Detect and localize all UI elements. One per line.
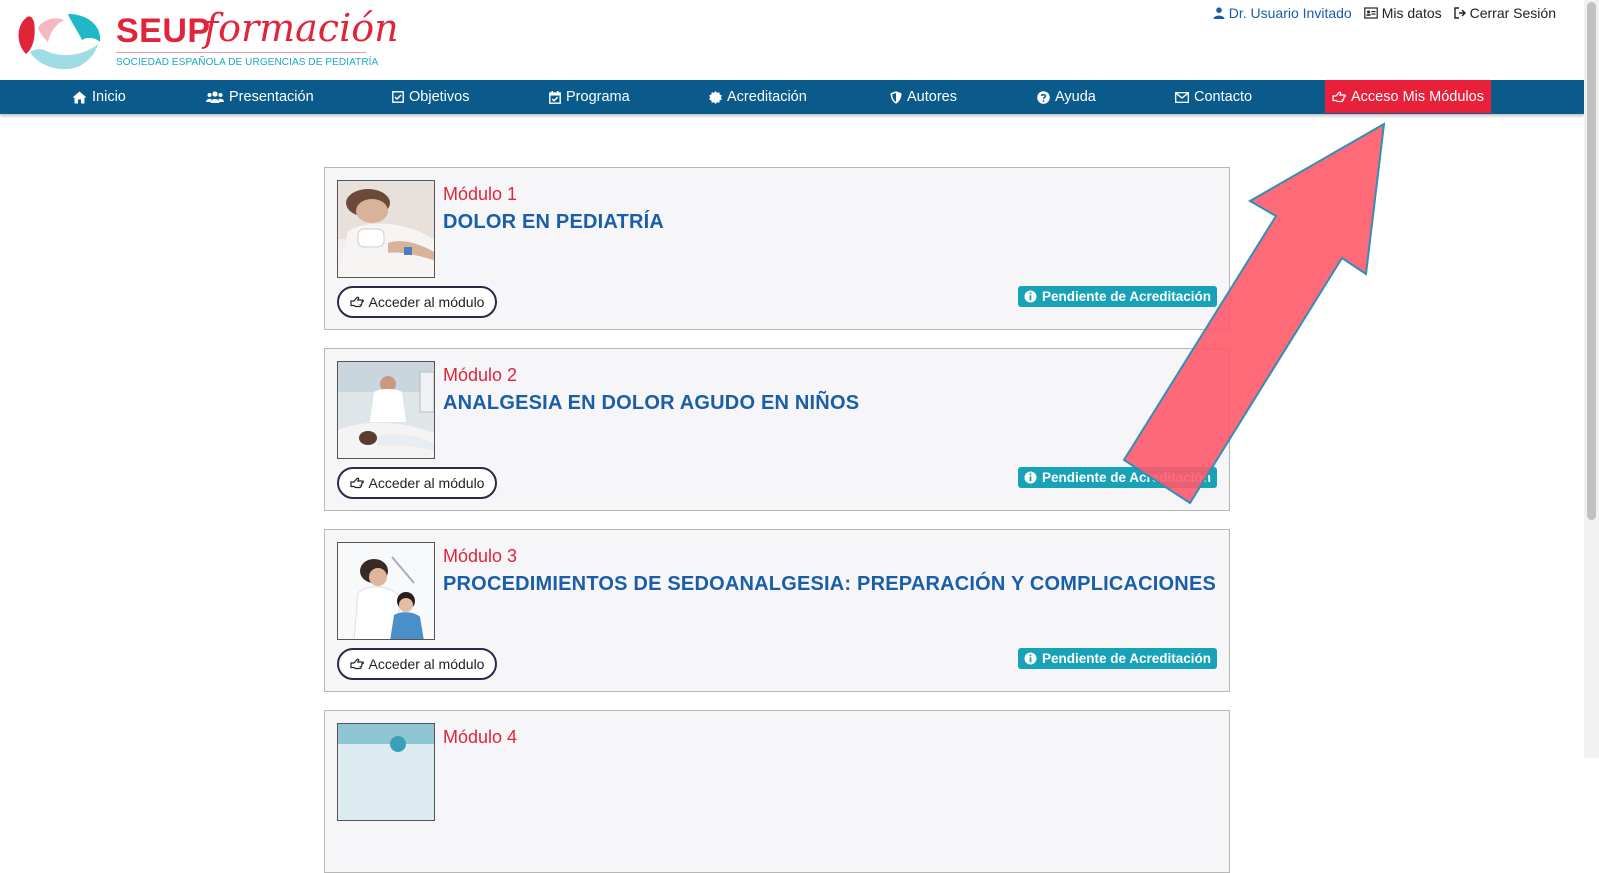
user-name-label: Dr. Usuario Invitado: [1228, 5, 1352, 21]
nav-label: Inicio: [92, 89, 126, 105]
home-icon: [72, 91, 87, 103]
info-circle-icon: [1024, 471, 1037, 484]
nav-label: Programa: [566, 89, 630, 105]
module-number: Módulo 4: [443, 727, 518, 747]
user-name-link[interactable]: Dr. Usuario Invitado: [1213, 5, 1352, 21]
logo-formacion-text: formación: [204, 6, 399, 50]
logout-label: Cerrar Sesión: [1469, 5, 1556, 21]
nav-item-programa[interactable]: Programa: [549, 80, 630, 114]
main-nav: Inicio Presentación Objetivos Programa A…: [0, 80, 1584, 114]
logo-divider: [116, 52, 366, 53]
status-label: Pendiente de Acreditación: [1041, 651, 1211, 666]
doctor-child-image: [338, 543, 434, 639]
status-badge: Pendiente de Acreditación: [1017, 286, 1217, 307]
info-circle-icon: [1024, 290, 1037, 303]
access-module-label: Acceder al módulo: [368, 294, 485, 310]
my-data-link[interactable]: Mis datos: [1363, 5, 1442, 21]
module-number: Módulo 1: [443, 184, 518, 204]
my-data-label: Mis datos: [1381, 5, 1442, 21]
nav-label: Presentación: [229, 89, 314, 105]
nav-item-objetivos[interactable]: Objetivos: [392, 80, 469, 114]
status-badge: Pendiente de Acreditación: [1017, 648, 1217, 669]
hand-point-right-icon: [349, 477, 364, 489]
nav-item-contacto[interactable]: Contacto: [1175, 80, 1252, 114]
logout-link[interactable]: Cerrar Sesión: [1453, 5, 1556, 21]
nav-item-autores[interactable]: Autores: [890, 80, 957, 114]
users-icon: [206, 91, 224, 103]
info-circle-icon: [1024, 652, 1037, 665]
envelope-icon: [1175, 91, 1189, 103]
certificate-icon: [709, 90, 722, 104]
nav-label: Autores: [907, 89, 957, 105]
module-card-1: Módulo 1 DOLOR EN PEDIATRÍA Acceder al m…: [324, 167, 1230, 330]
module-number: Módulo 3: [443, 546, 518, 566]
nav-item-acreditacion[interactable]: Acreditación: [709, 80, 807, 114]
nav-item-acceso-mis-modulos[interactable]: Acceso Mis Módulos: [1325, 80, 1491, 113]
access-module-label: Acceder al módulo: [368, 656, 485, 672]
module-thumbnail: [337, 361, 435, 459]
sign-out-icon: [1453, 7, 1466, 19]
module-title[interactable]: PROCEDIMIENTOS DE SEDOANALGESIA: PREPARA…: [443, 573, 1216, 596]
page-scrollbar[interactable]: [1584, 0, 1599, 758]
nav-item-ayuda[interactable]: Ayuda: [1037, 80, 1096, 114]
status-label: Pendiente de Acreditación: [1041, 470, 1211, 485]
nav-label: Acreditación: [727, 89, 807, 105]
module-thumbnail: [337, 542, 435, 640]
module-card-2: Módulo 2 ANALGESIA EN DOLOR AGUDO EN NIÑ…: [324, 348, 1230, 511]
module-thumbnail: [337, 180, 435, 278]
nav-item-presentacion[interactable]: Presentación: [206, 80, 314, 114]
hand-point-right-icon: [349, 296, 364, 308]
nav-label: Acceso Mis Módulos: [1351, 88, 1484, 105]
site-header: SEUP formación SOCIEDAD ESPAÑOLA DE URGE…: [0, 0, 1584, 80]
scrollbar-thumb[interactable]: [1587, 2, 1596, 520]
hand-point-right-icon: [1332, 91, 1346, 102]
module-thumbnail: [337, 723, 435, 821]
access-module-button[interactable]: Acceder al módulo: [337, 286, 497, 318]
seup-logo[interactable]: SEUP formación SOCIEDAD ESPAÑOLA DE URGE…: [16, 6, 399, 74]
nav-label: Ayuda: [1055, 89, 1096, 105]
hand-point-right-icon: [349, 658, 364, 670]
module-number: Módulo 2: [443, 365, 518, 385]
module-card-3: Módulo 3 PROCEDIMIENTOS DE SEDOANALGESIA…: [324, 529, 1230, 692]
check-square-icon: [392, 91, 404, 103]
access-module-button[interactable]: Acceder al módulo: [337, 648, 497, 680]
nav-label: Contacto: [1194, 89, 1253, 105]
id-card-icon: [1363, 7, 1378, 19]
status-label: Pendiente de Acreditación: [1041, 289, 1211, 304]
access-module-button[interactable]: Acceder al módulo: [337, 467, 497, 499]
nav-label: Objetivos: [409, 89, 470, 105]
logo-subtitle: SOCIEDAD ESPAÑOLA DE URGENCIAS DE PEDIAT…: [116, 57, 379, 68]
status-badge: Pendiente de Acreditación: [1017, 467, 1217, 488]
module-card-4: Módulo 4: [324, 710, 1230, 873]
access-module-label: Acceder al módulo: [368, 475, 485, 491]
logo-mark-icon: [18, 14, 101, 70]
user-bar: Dr. Usuario Invitado Mis datos Cerrar Se…: [1213, 5, 1556, 21]
module-title[interactable]: ANALGESIA EN DOLOR AGUDO EN NIÑOS: [443, 392, 859, 415]
user-icon: [1213, 7, 1225, 19]
question-circle-icon: [1037, 90, 1050, 104]
logo-seup-text: SEUP: [116, 12, 211, 50]
shield-icon: [890, 90, 902, 104]
hospital-image: [338, 724, 434, 820]
child-patient-image: [338, 181, 434, 277]
nurse-patient-image: [338, 362, 434, 458]
module-title[interactable]: DOLOR EN PEDIATRÍA: [443, 211, 664, 234]
calendar-check-icon: [549, 90, 561, 104]
nav-item-inicio[interactable]: Inicio: [72, 80, 126, 114]
